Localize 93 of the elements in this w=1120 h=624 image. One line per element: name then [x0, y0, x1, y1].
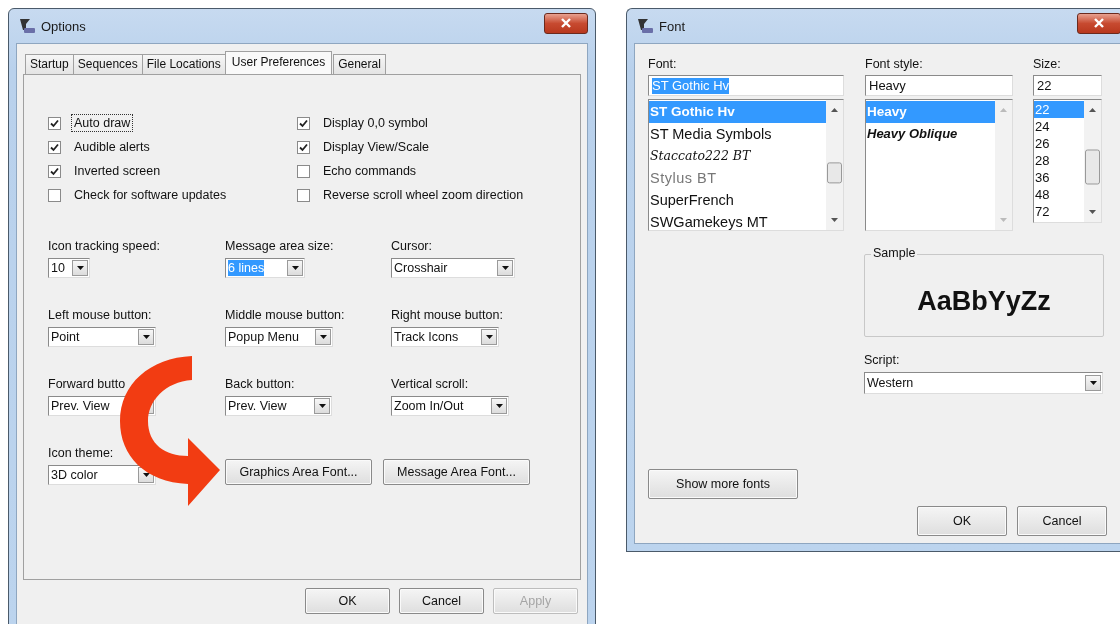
dropdown[interactable]: Western — [864, 372, 1103, 394]
list-item[interactable]: ST Media Symbols — [649, 123, 826, 145]
list-item[interactable]: 48 — [1034, 186, 1084, 203]
field-label: Font style: — [865, 56, 924, 72]
checkbox-label: Echo commands — [322, 163, 418, 180]
tab[interactable]: User Preferences — [224, 51, 333, 74]
dropdown[interactable]: Point — [48, 327, 156, 347]
checkbox[interactable] — [48, 116, 61, 130]
checkbox-label: Auto draw — [71, 114, 134, 132]
checkbox[interactable] — [48, 188, 61, 202]
window-title: Options — [41, 18, 86, 34]
dropdown[interactable]: Crosshair — [391, 258, 515, 278]
button[interactable]: OK — [917, 506, 1007, 536]
app-icon — [18, 18, 36, 34]
field-label: Font: — [648, 56, 678, 72]
field-label: Left mouse button: — [48, 308, 152, 322]
scrollbar[interactable] — [995, 100, 1012, 230]
list-item[interactable]: Heavy Oblique — [866, 123, 995, 145]
checkmark-icon — [50, 142, 59, 152]
field-label: Size: — [1033, 56, 1062, 72]
dropdown-arrow-icon — [1089, 381, 1097, 385]
window-title: Font — [659, 18, 685, 34]
dropdown-arrow-icon — [319, 335, 327, 339]
tab[interactable]: General — [333, 54, 386, 74]
dropdown[interactable]: Track Icons — [391, 327, 499, 347]
list-item[interactable]: 36 — [1034, 169, 1084, 186]
dropdown-arrow-icon — [495, 404, 503, 408]
dropdown[interactable]: Popup Menu — [225, 327, 333, 347]
checkbox-label: Display View/Scale — [322, 139, 431, 156]
button[interactable]: Graphics Area Font... — [225, 459, 372, 485]
button[interactable]: Show more fonts — [648, 469, 798, 499]
field-label: Message area size: — [225, 239, 334, 253]
list-item[interactable]: SuperFrench — [649, 189, 826, 211]
checkbox[interactable] — [297, 188, 310, 202]
dropdown[interactable]: 3D color — [48, 465, 156, 485]
dropdown-arrow-icon — [318, 404, 326, 408]
checkbox[interactable] — [297, 116, 310, 130]
checkbox-label: Audible alerts — [73, 139, 151, 156]
list-item[interactable]: 26 — [1034, 135, 1084, 152]
list-item[interactable]: 28 — [1034, 152, 1084, 169]
list-item[interactable]: Stylus BT — [649, 167, 826, 189]
app-icon — [636, 18, 654, 34]
sample-text: AaBbYyZz — [917, 286, 1051, 317]
checkbox-label: Inverted screen — [73, 163, 162, 180]
dropdown[interactable]: Zoom In/Out — [391, 396, 509, 416]
list-item[interactable]: SWGamekeys MT — [649, 211, 826, 230]
checkbox-label: Display 0,0 symbol — [322, 115, 429, 132]
tab[interactable]: Sequences — [72, 54, 143, 74]
field-label: Back button: — [225, 377, 295, 391]
checkmark-icon — [299, 118, 308, 128]
checkmark-icon — [50, 118, 59, 128]
field-label: Icon theme: — [48, 446, 114, 460]
scrollbar[interactable] — [826, 100, 843, 230]
field-label: Middle mouse button: — [225, 308, 345, 322]
close-button[interactable] — [1077, 12, 1120, 34]
text-field[interactable]: 22 — [1033, 75, 1102, 96]
list-item[interactable]: Staccato222 BT — [649, 145, 826, 167]
dropdown[interactable]: 10 — [48, 258, 90, 278]
list-item[interactable]: 24 — [1034, 118, 1084, 135]
dropdown-arrow-icon — [485, 335, 493, 339]
checkbox[interactable] — [297, 164, 310, 178]
dropdown-arrow-icon — [291, 266, 299, 270]
checkmark-icon — [50, 166, 59, 176]
field-label: Forward butto — [48, 377, 126, 391]
checkbox-label: Check for software updates — [73, 187, 228, 204]
button[interactable]: Cancel — [399, 588, 484, 614]
scrollbar[interactable] — [1084, 100, 1101, 222]
dropdown-arrow-icon — [76, 266, 84, 270]
checkbox[interactable] — [297, 140, 310, 154]
list-item[interactable]: 72 — [1034, 203, 1084, 220]
checkbox[interactable] — [48, 140, 61, 154]
dropdown-arrow-icon — [142, 335, 150, 339]
close-button[interactable] — [544, 12, 588, 34]
field-label: Icon tracking speed: — [48, 239, 160, 253]
close-icon — [1093, 18, 1105, 28]
checkbox-label: Reverse scroll wheel zoom direction — [322, 187, 525, 204]
group-label: Sample — [871, 246, 918, 260]
button[interactable]: Message Area Font... — [383, 459, 530, 485]
field-label: Cursor: — [391, 239, 432, 253]
field-label: Script: — [864, 352, 901, 368]
button[interactable]: OK — [305, 588, 390, 614]
dropdown-arrow-icon — [501, 266, 509, 270]
checkmark-icon — [299, 142, 308, 152]
checkbox[interactable] — [48, 164, 61, 178]
tab[interactable]: File Locations — [141, 54, 226, 74]
field-label: Vertical scroll: — [391, 377, 469, 391]
text-field[interactable]: Heavy — [865, 75, 1013, 96]
dropdown[interactable]: Prev. View — [225, 396, 332, 416]
close-icon — [560, 18, 572, 28]
field-label: Right mouse button: — [391, 308, 503, 322]
button[interactable]: Cancel — [1017, 506, 1107, 536]
tab[interactable]: Startup — [25, 54, 74, 74]
dropdown-arrow-icon — [142, 473, 150, 477]
